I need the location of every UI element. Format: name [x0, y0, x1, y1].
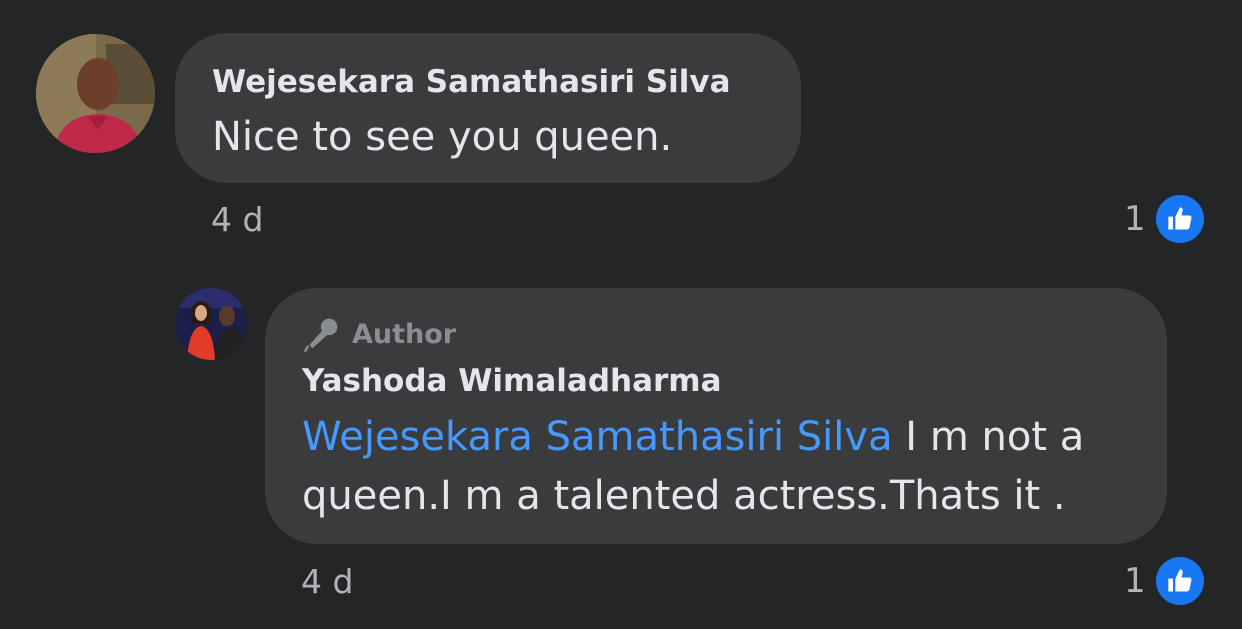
profile-photo-icon — [175, 288, 247, 360]
author-badge-label: Author — [352, 318, 457, 350]
thumbs-up-icon — [1155, 195, 1204, 243]
comment-avatar[interactable] — [36, 34, 155, 153]
comment-like-count: 1 — [1124, 199, 1146, 239]
thumbs-up-icon — [1155, 557, 1204, 605]
microphone-icon — [304, 318, 338, 352]
author-badge: Author — [302, 315, 456, 353]
comment-timestamp[interactable]: 4 d — [211, 200, 263, 239]
comment-likes[interactable]: 1 — [1124, 195, 1204, 243]
reply-author-name[interactable]: Yashoda Wimaladharma — [302, 363, 722, 399]
comment-author-name[interactable]: Wejesekara Samathasiri Silva — [212, 64, 731, 100]
mention-link[interactable]: Wejesekara Samathasiri Silva — [302, 414, 893, 460]
reply-text: Wejesekara Samathasiri Silva I m not a q… — [302, 408, 1142, 526]
profile-photo-icon — [36, 34, 155, 153]
reply-likes[interactable]: 1 — [1124, 557, 1204, 605]
reply-timestamp[interactable]: 4 d — [301, 562, 353, 601]
comment-bubble[interactable]: Wejesekara Samathasiri Silva Nice to see… — [175, 33, 801, 183]
comment-text: Nice to see you queen. — [212, 114, 673, 160]
reply-avatar[interactable] — [175, 288, 247, 360]
reply-bubble[interactable]: Author Yashoda Wimaladharma Wejesekara S… — [265, 288, 1167, 544]
reply-like-count: 1 — [1124, 561, 1146, 601]
